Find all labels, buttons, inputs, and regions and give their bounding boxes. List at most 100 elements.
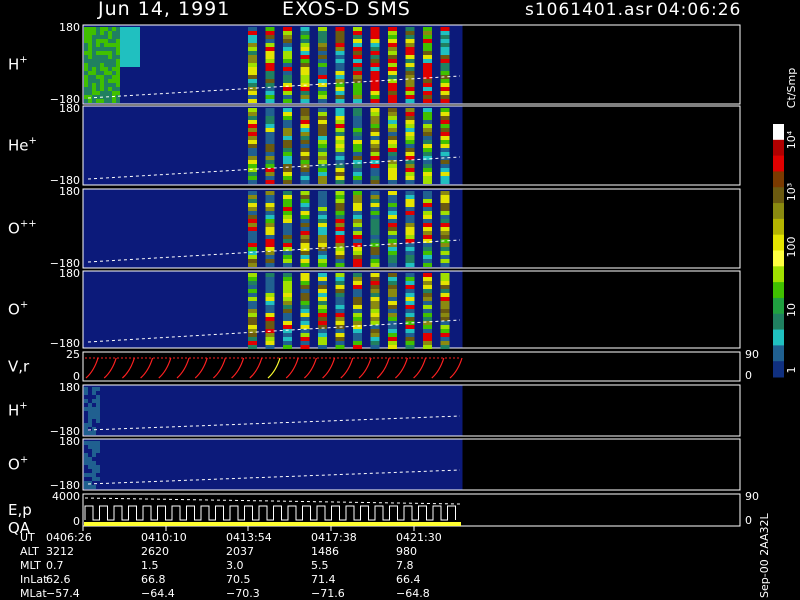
spectrogram-cell bbox=[388, 124, 397, 128]
spectrogram-cell bbox=[300, 273, 310, 277]
spectrogram-cell bbox=[300, 35, 310, 39]
spectrogram-cell bbox=[440, 172, 450, 176]
spectrogram-cell bbox=[388, 199, 397, 203]
spectrogram-cell bbox=[248, 108, 257, 112]
spectrogram-cell bbox=[124, 51, 128, 55]
spectrogram-cell bbox=[265, 273, 275, 277]
spectrogram-cell bbox=[88, 403, 92, 407]
spectrogram-cell bbox=[283, 243, 292, 247]
spectrogram-cell bbox=[283, 95, 292, 99]
spectrogram-cell bbox=[423, 31, 432, 35]
spectrogram-cell bbox=[353, 59, 362, 63]
spectrogram-cell bbox=[353, 83, 362, 87]
spectrogram-cell bbox=[84, 431, 88, 435]
spectrogram-cell bbox=[388, 180, 397, 184]
spectrogram-cell bbox=[335, 317, 345, 321]
spectrogram-cell bbox=[370, 313, 380, 317]
spectrogram-cell bbox=[388, 345, 397, 349]
spectrogram-cell bbox=[440, 301, 450, 305]
spectrogram-cell bbox=[335, 55, 345, 59]
spectrogram-cell bbox=[370, 289, 380, 293]
spectrogram-cell bbox=[388, 235, 397, 239]
spectrogram-cell bbox=[283, 277, 292, 281]
spectrogram-cell bbox=[318, 67, 327, 71]
spectrogram-cell bbox=[84, 75, 88, 79]
spectrogram-cell bbox=[248, 83, 257, 87]
spectrogram-cell bbox=[88, 457, 92, 461]
spectrogram-cell bbox=[248, 227, 257, 231]
spectrogram-cell bbox=[335, 51, 345, 55]
spectrogram-cell bbox=[300, 55, 310, 59]
spectrogram-cell bbox=[283, 47, 292, 51]
spectrogram-cell bbox=[96, 55, 100, 59]
spectrogram-cell bbox=[104, 67, 108, 71]
spectrogram-cell bbox=[335, 345, 345, 349]
colorbar-segment bbox=[773, 203, 784, 220]
spectrogram-cell bbox=[108, 67, 112, 71]
spectrogram-cell bbox=[388, 297, 397, 301]
spectrogram-cell bbox=[248, 168, 257, 172]
spectrogram-cell bbox=[116, 39, 120, 43]
spectrogram-cell bbox=[112, 71, 116, 75]
spectrogram-cell bbox=[300, 227, 310, 231]
spectrogram-cell bbox=[248, 180, 257, 184]
spectrogram-cell bbox=[318, 231, 327, 235]
spectrogram-cell bbox=[440, 35, 450, 39]
spectrogram-cell bbox=[423, 259, 432, 263]
spectrogram-cell bbox=[248, 156, 257, 160]
spectrogram-cell bbox=[248, 51, 257, 55]
spectrogram-cell bbox=[96, 35, 100, 39]
spectrogram-cell bbox=[353, 39, 362, 43]
spectrogram-cell bbox=[300, 71, 310, 75]
spectrogram-cell bbox=[423, 148, 432, 152]
spectrogram-cell bbox=[84, 43, 88, 47]
spectrogram-cell bbox=[335, 305, 345, 309]
spectrogram-cell bbox=[104, 59, 108, 63]
spectrogram-cell bbox=[265, 120, 275, 124]
spectrogram-cell bbox=[92, 485, 96, 489]
spectrogram-cell bbox=[120, 55, 124, 59]
spectrogram-cell bbox=[423, 223, 432, 227]
spectrogram-cell bbox=[132, 55, 136, 59]
spectrogram-cell bbox=[96, 83, 100, 87]
spectrogram-cell bbox=[283, 168, 292, 172]
spectrogram-cell bbox=[124, 39, 128, 43]
spectrogram-cell bbox=[100, 67, 104, 71]
spectrogram-cell bbox=[370, 124, 380, 128]
spectrogram-cell bbox=[283, 59, 292, 63]
spectrogram-cell bbox=[108, 87, 112, 91]
spectrogram-cell bbox=[265, 39, 275, 43]
spectrogram-cell bbox=[423, 168, 432, 172]
spectrogram-cell bbox=[335, 95, 345, 99]
spectrogram-cell bbox=[405, 39, 415, 43]
spectrogram-cell bbox=[370, 207, 380, 211]
spectrogram-cell bbox=[370, 31, 380, 35]
spectrogram-cell bbox=[265, 305, 275, 309]
spectrogram-cell bbox=[116, 35, 120, 39]
spectrogram-cell bbox=[370, 231, 380, 235]
spectrogram-cell bbox=[88, 87, 92, 91]
spectrogram-cell bbox=[370, 345, 380, 349]
spectrogram-cell bbox=[423, 207, 432, 211]
colorbar-segment bbox=[773, 329, 784, 346]
spectrogram-cell bbox=[318, 203, 327, 207]
spectrogram-cell bbox=[300, 152, 310, 156]
spectrogram-cell bbox=[353, 67, 362, 71]
spectrogram-cell bbox=[92, 39, 96, 43]
spectrogram-cell bbox=[370, 293, 380, 297]
spectrogram-cell bbox=[353, 91, 362, 95]
spectrogram-cell bbox=[335, 195, 345, 199]
spectrogram-cell bbox=[108, 99, 112, 103]
spectrogram-cell bbox=[353, 333, 362, 337]
spectrogram-cell bbox=[335, 35, 345, 39]
spectrogram-cell bbox=[283, 297, 292, 301]
spectrogram-cell bbox=[353, 337, 362, 341]
spectrogram-cell bbox=[405, 329, 415, 333]
spectrogram-cell bbox=[92, 63, 96, 67]
spectrogram-cell bbox=[300, 43, 310, 47]
ephemeris-value: 2037 bbox=[226, 545, 254, 558]
spectrogram-cell bbox=[440, 219, 450, 223]
spectrogram-cell bbox=[353, 255, 362, 259]
spectrogram-cell bbox=[96, 441, 100, 445]
spectrogram-cell bbox=[440, 247, 450, 251]
